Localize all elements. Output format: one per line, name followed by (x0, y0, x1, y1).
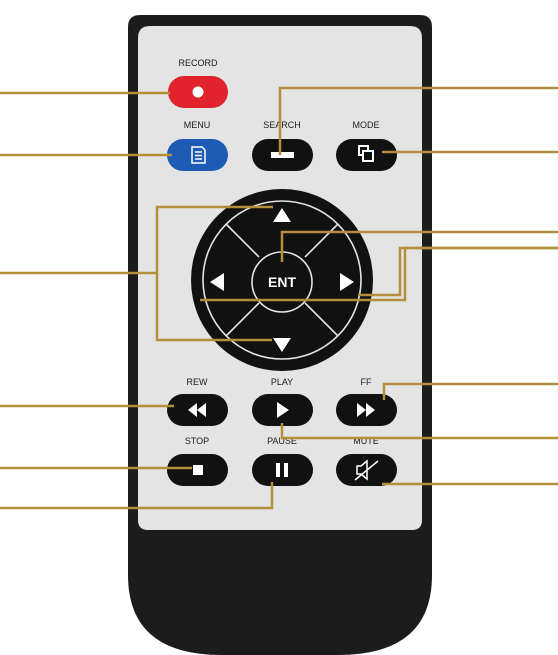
play-label: PLAY (271, 377, 293, 387)
record-dot-icon (192, 86, 204, 98)
search-label: SEARCH (263, 120, 301, 130)
rew-label: REW (187, 377, 209, 387)
menu-label: MENU (184, 120, 211, 130)
mode-label: MODE (353, 120, 380, 130)
minus-icon (271, 152, 294, 158)
pause-button[interactable] (252, 454, 313, 486)
enter-label: ENT (268, 274, 296, 290)
record-label: RECORD (178, 58, 218, 68)
stop-icon (193, 465, 203, 475)
ff-label: FF (361, 377, 372, 387)
remote-diagram: RECORD MENU SEARCH MODE ENT REW PLAY FF … (0, 15, 558, 655)
stop-label: STOP (185, 436, 209, 446)
